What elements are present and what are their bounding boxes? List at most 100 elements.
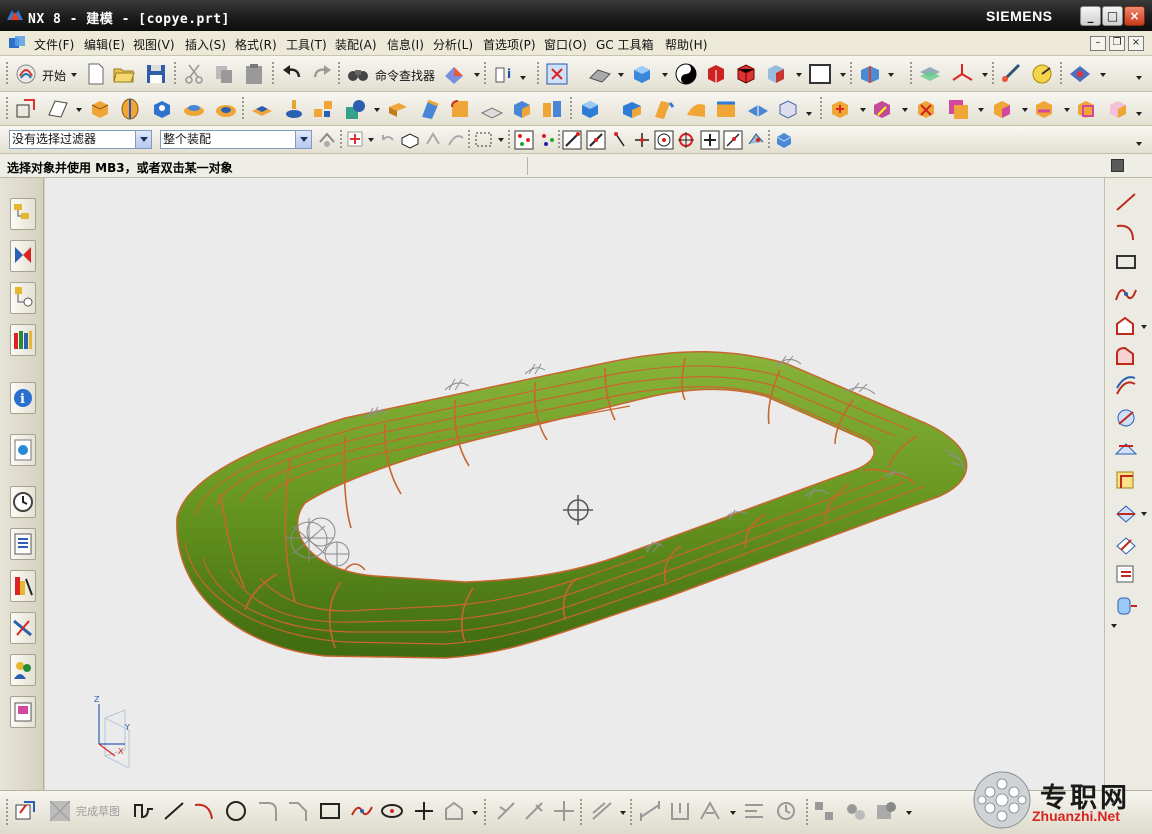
sketch-line-icon[interactable] — [162, 799, 186, 823]
polygon-icon[interactable] — [1113, 314, 1139, 338]
measure-distance-icon[interactable] — [1000, 62, 1024, 86]
menu-help[interactable]: 帮助(H) — [665, 36, 707, 53]
dimension-icon[interactable] — [638, 799, 662, 823]
curve-on-surface-icon[interactable] — [1113, 594, 1139, 618]
animate-dimension-icon[interactable] — [774, 799, 798, 823]
menu-insert[interactable]: 插入(S) — [185, 36, 226, 53]
selection-scope-dropdown-icon[interactable] — [295, 131, 311, 148]
revolve-icon[interactable] — [118, 97, 142, 121]
control-point-icon[interactable] — [610, 130, 630, 150]
menu-file[interactable]: 文件(F) — [34, 36, 74, 53]
existing-point-icon[interactable] — [700, 130, 720, 150]
boss-icon[interactable] — [182, 97, 206, 121]
red-box-icon[interactable] — [704, 62, 728, 86]
type-filter-select[interactable]: 没有选择过滤器 — [9, 130, 152, 149]
line-icon[interactable] — [1113, 190, 1139, 214]
command-finder-label[interactable]: 命令查找器 — [375, 67, 435, 84]
hole-icon[interactable] — [150, 97, 174, 121]
auto-constrain-icon[interactable] — [698, 799, 722, 823]
arc-center-icon[interactable] — [654, 130, 674, 150]
bounded-plane-icon[interactable] — [776, 97, 800, 121]
save-icon[interactable] — [144, 62, 168, 86]
undo-select-icon[interactable] — [378, 130, 398, 150]
face-blend-icon[interactable] — [714, 97, 738, 121]
fit-view-icon[interactable] — [545, 62, 569, 86]
wrap-curve-icon[interactable] — [1113, 562, 1139, 586]
move-face-icon[interactable] — [620, 97, 644, 121]
sketch-icon[interactable] — [14, 97, 38, 121]
mid-point-icon[interactable] — [586, 130, 606, 150]
sync-move-icon[interactable] — [828, 97, 852, 121]
menu-information[interactable]: 信息(I) — [387, 36, 424, 53]
section-view-icon[interactable] — [858, 62, 882, 86]
datum-plane-icon[interactable] — [46, 97, 70, 121]
snap-point-on-icon[interactable] — [514, 130, 534, 150]
copy-icon[interactable] — [212, 62, 236, 86]
extrude-icon[interactable] — [88, 97, 112, 121]
roles-tab[interactable] — [10, 612, 36, 644]
fillet-icon[interactable] — [1113, 344, 1139, 368]
geometric-constraint-icon[interactable] — [668, 799, 692, 823]
quadrant-point-icon[interactable] — [676, 130, 696, 150]
profile-icon[interactable] — [132, 799, 156, 823]
minimize-button[interactable]: _ — [1080, 6, 1101, 26]
sketch-point-icon[interactable] — [412, 799, 436, 823]
chamfer-icon[interactable] — [480, 97, 504, 121]
web-browser-tab[interactable] — [10, 434, 36, 466]
make-corner-icon[interactable] — [552, 799, 576, 823]
show-constraints-icon[interactable] — [742, 799, 766, 823]
coil-ring-model[interactable] — [176, 351, 968, 659]
process-studio-tab[interactable] — [10, 528, 36, 560]
constraint-navigator-tab[interactable] — [10, 240, 36, 272]
system-materials-tab[interactable] — [10, 654, 36, 686]
redo-icon[interactable] — [310, 62, 334, 86]
point-on-curve-icon[interactable] — [723, 130, 743, 150]
feature-select-icon[interactable] — [346, 130, 366, 150]
wire-box-icon[interactable] — [734, 62, 758, 86]
select-body-icon[interactable] — [400, 130, 420, 150]
graphics-window[interactable]: Z Y X — [45, 178, 1104, 790]
extract-curve-icon[interactable] — [1113, 468, 1139, 492]
bridge-curve-icon[interactable] — [1113, 500, 1139, 524]
sync-delete-icon[interactable] — [914, 97, 938, 121]
studio-spline-icon[interactable] — [1113, 282, 1139, 306]
intersect-curve-icon[interactable] — [1113, 436, 1139, 460]
pocket-icon[interactable] — [214, 97, 238, 121]
menu-analysis[interactable]: 分析(L) — [433, 36, 473, 53]
sync-relate-icon[interactable] — [1074, 97, 1098, 121]
finish-sketch-icon[interactable] — [48, 799, 72, 823]
open-folder-icon[interactable] — [112, 62, 136, 86]
alternate-solution-icon[interactable] — [844, 799, 868, 823]
menu-app-icon[interactable] — [8, 35, 26, 51]
sync-group-icon[interactable] — [1106, 97, 1130, 121]
project-curve-icon[interactable] — [1113, 406, 1139, 430]
quick-extend-icon[interactable] — [522, 799, 546, 823]
info-object-icon[interactable]: i — [492, 62, 516, 86]
offset-sketch-icon[interactable] — [590, 799, 614, 823]
paste-icon[interactable] — [242, 62, 266, 86]
shell-icon[interactable] — [510, 97, 534, 121]
trim-body-icon[interactable] — [386, 97, 410, 121]
palette-tab[interactable] — [10, 696, 36, 728]
history-tab[interactable] — [10, 486, 36, 518]
part-navigator-tab[interactable] — [10, 282, 36, 314]
sync-offset-icon[interactable] — [990, 97, 1014, 121]
menu-preferences[interactable]: 首选项(P) — [483, 36, 536, 53]
reuse-library-tab[interactable] — [10, 324, 36, 356]
new-file-icon[interactable] — [84, 62, 108, 86]
render-style-icon[interactable] — [442, 62, 466, 86]
edge-blend-icon[interactable] — [448, 97, 472, 121]
doc-close-button[interactable]: × — [1128, 36, 1144, 51]
binoculars-icon[interactable] — [346, 62, 370, 86]
sketch-polygon-icon[interactable] — [442, 799, 466, 823]
select-edge-icon[interactable] — [446, 130, 466, 150]
sync-replace-icon[interactable] — [946, 97, 970, 121]
menu-assemblies[interactable]: 装配(A) — [335, 36, 377, 53]
sync-pull-icon[interactable] — [870, 97, 894, 121]
view-orient-icon[interactable] — [588, 62, 612, 86]
end-point-icon[interactable] — [562, 130, 582, 150]
type-filter-dropdown-icon[interactable] — [135, 131, 151, 148]
menu-view[interactable]: 视图(V) — [133, 36, 175, 53]
sketch-mode-icon[interactable] — [14, 799, 38, 823]
maximize-button[interactable]: □ — [1102, 6, 1123, 26]
